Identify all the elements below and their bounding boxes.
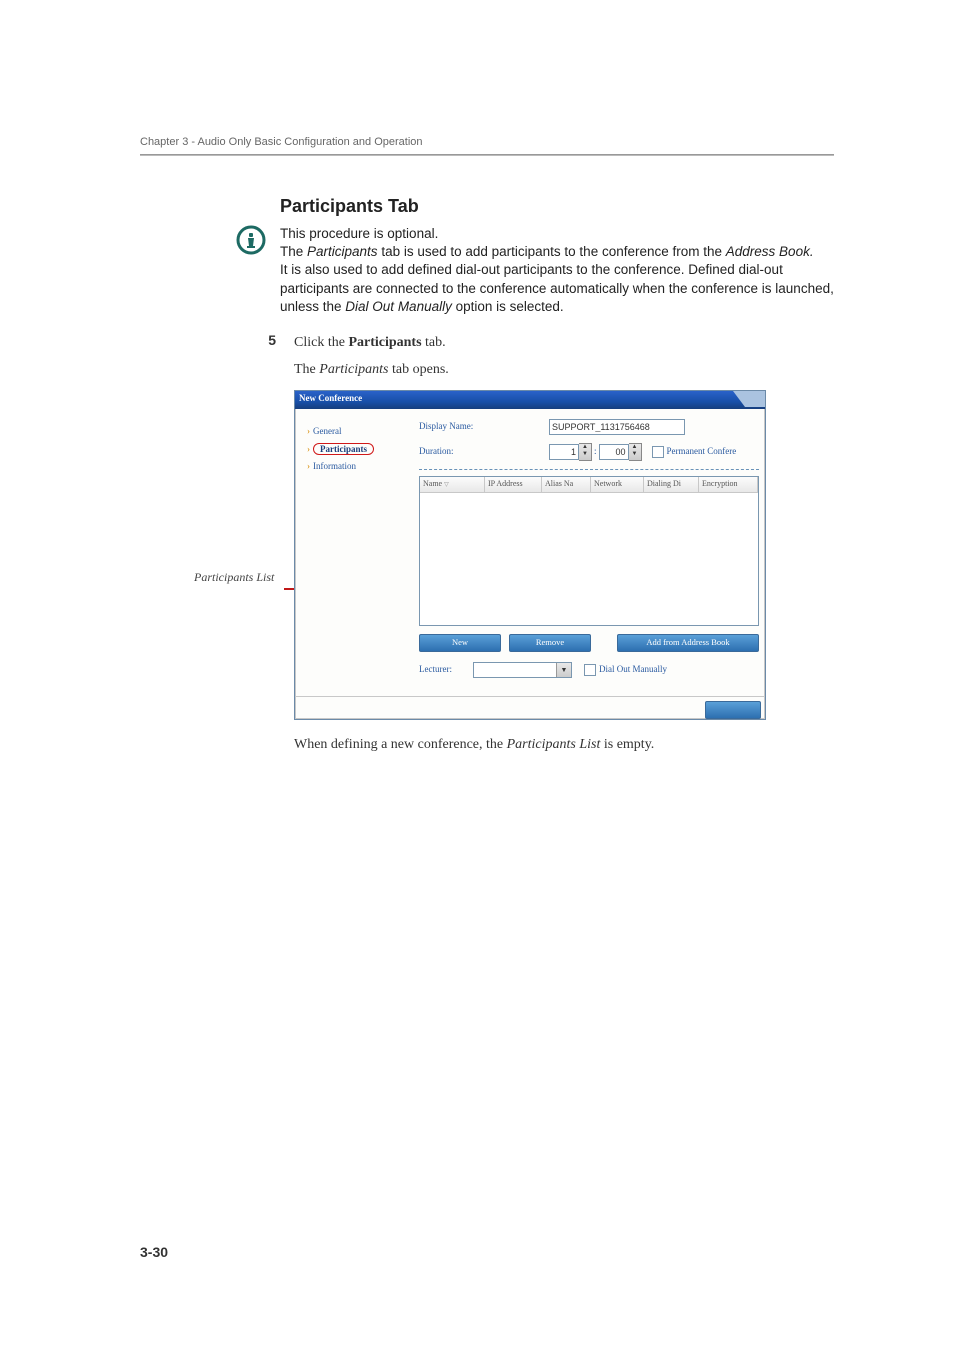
col-dialing[interactable]: Dialing Di [644, 477, 699, 492]
display-name-input[interactable] [549, 419, 685, 435]
callout-label: Participants List [194, 570, 284, 584]
participants-list[interactable]: Name ▽ IP Address Alias Na Network Diali… [419, 476, 759, 626]
nav-general-label: General [313, 426, 341, 436]
info-line2d: Address Book. [726, 244, 814, 259]
header-rule [140, 154, 834, 156]
lecturer-select[interactable]: ▼ [473, 662, 572, 678]
info-line2b: Participants [307, 244, 378, 259]
closing-b: Participants List [507, 737, 601, 752]
permanent-checkbox[interactable] [652, 446, 664, 458]
col-name[interactable]: Name ▽ [420, 477, 485, 492]
dial-out-manually-checkbox[interactable] [584, 664, 596, 676]
dial-out-manually-label: Dial Out Manually [599, 664, 667, 674]
step-tc: tab. [422, 335, 446, 350]
new-button[interactable]: New [419, 634, 501, 652]
info-icon [236, 225, 266, 260]
info-line1: This procedure is optional. [280, 226, 438, 241]
remove-button[interactable]: Remove [509, 634, 591, 652]
display-name-label: Display Name: [419, 420, 549, 434]
duration-label: Duration: [419, 445, 549, 459]
page-number: 3-30 [140, 1244, 168, 1260]
footer-button[interactable] [705, 701, 761, 719]
list-header: Name ▽ IP Address Alias Na Network Diali… [420, 477, 758, 493]
dialog-nav: ›General ›Participants ›Information [295, 419, 415, 686]
duration-mins-input[interactable] [599, 444, 629, 460]
duration-hours-spinner[interactable]: ▲▼ [549, 443, 592, 461]
nav-general[interactable]: ›General [307, 425, 407, 439]
info-line3b: Dial Out Manually [345, 299, 452, 314]
col-ip[interactable]: IP Address [485, 477, 542, 492]
step-sb: Participants [319, 362, 388, 377]
dialog-new-conference: New Conference ›General ›Participants ›I… [294, 390, 766, 720]
nav-information[interactable]: ›Information [307, 460, 407, 474]
info-text: This procedure is optional. The Particip… [280, 225, 834, 316]
closing-a: When defining a new conference, the [294, 737, 507, 752]
step-tb: Participants [348, 335, 421, 350]
step-ta: Click the [294, 335, 348, 350]
col-encryption[interactable]: Encryption [699, 477, 758, 492]
dialog-title: New Conference [295, 391, 765, 409]
duration-sep: : [594, 445, 597, 459]
separator [419, 469, 759, 470]
info-line3c: option is selected. [452, 299, 564, 314]
step-instruction: Click the Participants tab. [294, 332, 766, 353]
dialog-footer [295, 696, 765, 719]
nav-participants[interactable]: ›Participants [307, 443, 407, 457]
chapter-header: Chapter 3 - Audio Only Basic Configurati… [140, 136, 834, 148]
nav-information-label: Information [313, 461, 356, 471]
info-line2c: tab is used to add participants to the c… [378, 244, 726, 259]
info-line2a: The [280, 244, 307, 259]
duration-hours-input[interactable] [549, 444, 579, 460]
nav-participants-label: Participants [313, 443, 374, 455]
permanent-label: Permanent Confere [667, 446, 737, 456]
col-network[interactable]: Network [591, 477, 644, 492]
duration-mins-spinner[interactable]: ▲▼ [599, 443, 642, 461]
step-sa: The [294, 362, 319, 377]
add-from-address-book-button[interactable]: Add from Address Book [617, 634, 759, 652]
lecturer-label: Lecturer: [419, 663, 473, 677]
step-sc: tab opens. [389, 362, 449, 377]
closing-c: is empty. [600, 737, 654, 752]
section-title: Participants Tab [280, 196, 834, 217]
closing-text: When defining a new conference, the Part… [294, 734, 766, 755]
step-sub: The Participants tab opens. [294, 359, 766, 380]
col-alias[interactable]: Alias Na [542, 477, 591, 492]
step-number: 5 [262, 332, 276, 755]
